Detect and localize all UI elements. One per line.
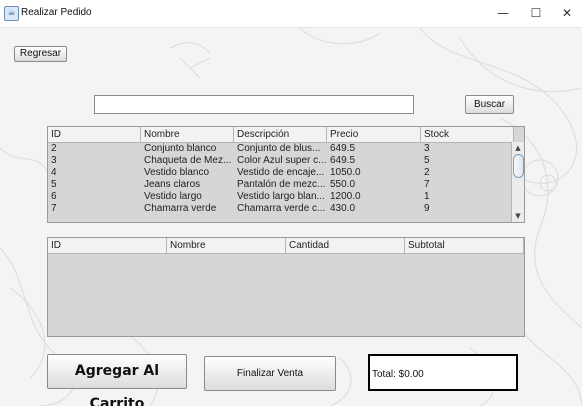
table-cell: 7 [424, 179, 430, 190]
java-app-icon: ☕ [4, 6, 19, 21]
table-cell: Chamarra verde c... [237, 203, 326, 214]
table-cell: 9 [424, 203, 430, 214]
table-cell: Conjunto de blus... [237, 143, 321, 154]
close-button[interactable]: ✕ [552, 2, 582, 24]
products-table-header: ID Nombre Descripción Precio Stock [48, 127, 514, 143]
scroll-down-arrow-icon[interactable]: ▼ [513, 211, 523, 221]
maximize-button[interactable]: ☐ [521, 2, 551, 24]
table-cell: 649.5 [330, 155, 356, 166]
table-cell: Chaqueta de Mez... [144, 155, 232, 166]
scroll-thumb[interactable] [513, 154, 524, 178]
table-cell: Vestido blanco [144, 167, 210, 178]
table-cell: Conjunto blanco [144, 143, 217, 154]
table-cell: 4 [51, 167, 57, 178]
title-bar: ☕ Realizar Pedido — ☐ ✕ [0, 0, 582, 28]
order-panel: Regresar Buscar ID Nombre Descripción Preci… [0, 28, 582, 406]
cart-column-header[interactable]: Nombre [167, 238, 286, 253]
total-box: Total: $0.00 [368, 354, 518, 391]
search-input[interactable] [94, 95, 414, 114]
table-cell: 2 [424, 167, 430, 178]
table-cell: Chamarra verde [144, 203, 217, 214]
products-column-header[interactable]: ID [48, 127, 141, 142]
table-row[interactable]: 5 Jeans claros Pantalón de mezc... 550.0 7 [48, 179, 514, 191]
table-cell: Pantalón de mezc... [237, 179, 326, 190]
cart-table[interactable]: ID Nombre Cantidad Subtotal [47, 237, 525, 337]
table-cell: 2 [51, 143, 57, 154]
table-row[interactable]: 4 Vestido blanco Vestido de encaje... 1050.… [48, 167, 514, 179]
cart-column-header[interactable]: Cantidad [286, 238, 405, 253]
table-cell: Color Azul super c... [237, 155, 327, 166]
table-row[interactable]: 7 Chamarra verde Chamarra verde c... 430.0 9 [48, 203, 514, 215]
products-column-header[interactable]: Nombre [141, 127, 234, 142]
minimize-button[interactable]: — [488, 2, 518, 24]
total-label: Total: $0.00 [372, 369, 424, 380]
scroll-up-arrow-icon[interactable]: ▲ [513, 143, 523, 153]
products-scrollbar[interactable]: ▲ ▼ [511, 142, 524, 222]
table-row[interactable]: 6 Vestido largo Vestido largo blan... 1200.… [48, 191, 514, 203]
table-row[interactable]: 2 Conjunto blanco Conjunto de blus... 649.5… [48, 143, 514, 155]
cart-column-header[interactable]: Subtotal [405, 238, 524, 253]
table-cell: Vestido largo blan... [237, 191, 325, 202]
table-cell: 649.5 [330, 143, 356, 154]
table-cell: 430.0 [330, 203, 356, 214]
table-cell: 7 [51, 203, 57, 214]
table-cell: 3 [51, 155, 57, 166]
cart-column-header[interactable]: ID [48, 238, 167, 253]
add-to-cart-button[interactable]: Agregar Al Carrito [47, 354, 187, 406]
table-cell: 550.0 [330, 179, 356, 190]
back-button[interactable]: Regresar [14, 46, 67, 62]
table-cell: 5 [424, 155, 430, 166]
cart-table-header: ID Nombre Cantidad Subtotal [48, 238, 524, 254]
table-cell: Vestido de encaje... [237, 167, 325, 178]
products-column-header[interactable]: Precio [327, 127, 421, 142]
products-column-header[interactable]: Descripción [234, 127, 327, 142]
search-button[interactable]: Buscar [465, 95, 514, 114]
table-row[interactable]: 3 Chaqueta de Mez... Color Azul super c...… [48, 155, 514, 167]
table-cell: 6 [51, 191, 57, 202]
table-cell: 1050.0 [330, 167, 361, 178]
table-cell: Jeans claros [144, 179, 201, 190]
products-column-header[interactable]: Stock [421, 127, 514, 142]
table-cell: 5 [51, 179, 57, 190]
table-cell: 1200.0 [330, 191, 361, 202]
table-cell: Vestido largo [144, 191, 202, 202]
window-title: Realizar Pedido [21, 7, 92, 18]
finalize-sale-button[interactable]: Finalizar Venta [204, 356, 336, 391]
table-cell: 3 [424, 143, 430, 154]
products-table[interactable]: ID Nombre Descripción Precio Stock 2 Conjunto… [47, 126, 525, 223]
table-cell: 1 [424, 191, 430, 202]
